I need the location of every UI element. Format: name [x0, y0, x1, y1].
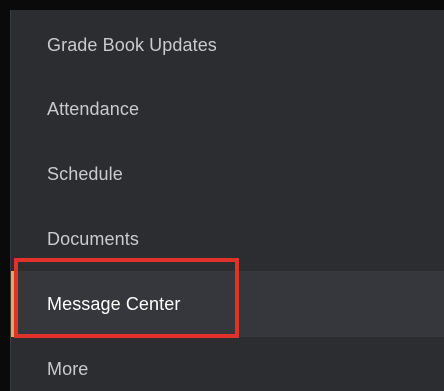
menu-item-label: Attendance — [47, 98, 140, 119]
menu-item-label: Schedule — [47, 163, 123, 184]
menu-item-schedule[interactable]: Schedule — [11, 141, 444, 207]
menu-item-grade-book-updates[interactable]: Grade Book Updates — [11, 12, 444, 78]
menu-item-label: More — [47, 358, 89, 379]
screenshot-frame: Grade Book Updates Attendance Schedule D… — [0, 0, 444, 391]
menu-item-message-center[interactable]: Message Center — [11, 271, 444, 337]
menu-item-label: Documents — [47, 228, 139, 249]
menu-item-attendance[interactable]: Attendance — [11, 76, 444, 142]
menu-item-more[interactable]: More — [11, 336, 444, 391]
side-menu: Grade Book Updates Attendance Schedule D… — [10, 10, 444, 391]
menu-item-label: Message Center — [47, 293, 181, 314]
menu-item-documents[interactable]: Documents — [11, 206, 444, 272]
active-indicator — [11, 271, 15, 337]
menu-item-label: Grade Book Updates — [47, 34, 217, 55]
